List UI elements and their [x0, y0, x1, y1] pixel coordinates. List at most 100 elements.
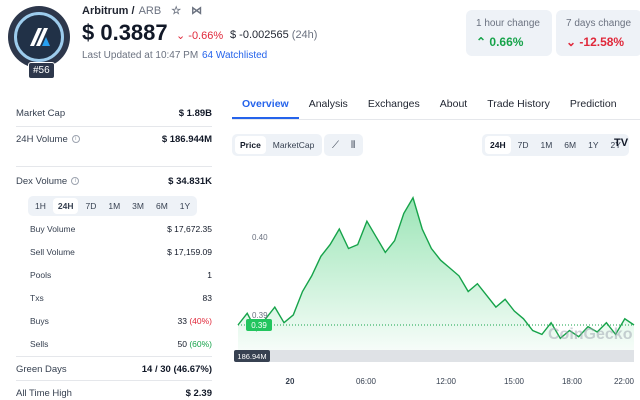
star-icon[interactable]: ☆ — [171, 4, 181, 17]
price-chart[interactable]: 0.40 0.390.39 186.94M 20 06:00 12:00 15:00 18:0… — [232, 170, 640, 392]
coingecko-watermark: CoinGecko — [548, 326, 633, 343]
dex-tab-24h[interactable]: 24H — [52, 198, 79, 214]
price-change-percent: ⌄ -0.66% — [176, 29, 223, 42]
volume-tag-label: 186.94M — [237, 352, 266, 361]
price-tag-label: 0.39 — [251, 321, 267, 330]
volume-bars — [238, 350, 634, 362]
chart-range-toggle: 24H 7D 1M 6M 1Y 2Y — [482, 134, 629, 156]
chevron-up-icon: ⌃ — [476, 35, 487, 49]
price-toggle[interactable]: Price — [235, 136, 266, 154]
pools-label: Pools — [30, 270, 52, 280]
green-days-label: Green Days — [16, 364, 67, 375]
y-tick-label: 0.40 — [252, 233, 268, 242]
tab-prediction[interactable]: Prediction — [560, 90, 627, 119]
info-icon[interactable]: i — [71, 177, 80, 186]
buys-row: Buys 33 (40%) — [30, 316, 212, 326]
range-24h[interactable]: 24H — [485, 136, 511, 154]
txs-value: 83 — [202, 293, 212, 303]
price-change-percent-value: -0.66% — [188, 30, 224, 42]
ath-row: All Time High $ 2.39 — [16, 388, 212, 399]
green-days-value: 14 / 30 (46.67%) — [141, 364, 212, 375]
arbitrum-logo-icon — [14, 12, 64, 62]
coin-logo — [8, 6, 70, 68]
dex-tab-7d[interactable]: 7D — [80, 198, 101, 214]
sells-row: Sells 50 (60%) — [30, 339, 212, 349]
coin-name: Arbitrum / — [82, 4, 135, 17]
range-6m[interactable]: 6M — [559, 136, 581, 154]
last-updated: Last Updated at 10:47 PM — [82, 50, 199, 61]
buys-label: Buys — [30, 316, 49, 326]
range-1m[interactable]: 1M — [535, 136, 557, 154]
ath-value: $ 2.39 — [185, 388, 212, 399]
dex-volume-row: Dex Volume i $ 34.831K — [16, 176, 212, 187]
seven-day-change-value: ⌄ -12.58% — [566, 35, 632, 49]
buys-value: 33 — [177, 316, 187, 326]
chevron-down-icon: ⌄ — [176, 30, 186, 42]
one-hour-change-label: 1 hour change — [476, 18, 540, 29]
coin-symbol: ARB — [138, 4, 162, 17]
buy-volume-row: Buy Volume $ 17,672.35 — [30, 224, 212, 234]
one-hour-change-card: 1 hour change ⌃ 0.66% — [466, 10, 552, 56]
rank-badge: #56 — [28, 62, 55, 79]
dex-tab-6m[interactable]: 6M — [151, 198, 173, 214]
chart-style-toggle: ⟋ ⫴ — [324, 134, 364, 156]
dex-tab-1m[interactable]: 1M — [103, 198, 125, 214]
dex-volume-label: Dex Volume — [16, 176, 68, 187]
x-tick-label: 20 — [286, 377, 295, 386]
sell-volume-value: $ 17,159.09 — [167, 247, 212, 257]
dex-tab-3m[interactable]: 3M — [127, 198, 149, 214]
info-icon[interactable]: i — [71, 135, 80, 144]
range-1y[interactable]: 1Y — [583, 136, 603, 154]
price-change-absolute-value: $ -0.002565 — [230, 29, 289, 41]
pools-value: 1 — [207, 270, 212, 280]
txs-label: Txs — [30, 293, 44, 303]
market-cap-label: Market Cap — [16, 108, 66, 119]
range-7d[interactable]: 7D — [513, 136, 534, 154]
tab-trade-history[interactable]: Trade History — [477, 90, 560, 119]
divider — [16, 126, 212, 127]
y-tick-label: 0.39 — [252, 311, 268, 320]
pools-row: Pools 1 — [30, 270, 212, 280]
dex-tab-1y[interactable]: 1Y — [175, 198, 195, 214]
x-tick-label: 06:00 — [356, 377, 377, 386]
chart-type-toggle: Price MarketCap — [232, 134, 323, 156]
one-hour-change-value: ⌃ 0.66% — [476, 35, 542, 49]
divider — [16, 380, 212, 381]
tab-analysis[interactable]: Analysis — [299, 90, 358, 119]
seven-day-change-number: -12.58% — [579, 35, 625, 49]
sell-volume-row: Sell Volume $ 17,159.09 — [30, 247, 212, 257]
buys-percent: (40%) — [189, 316, 212, 326]
x-tick-label: 12:00 — [436, 377, 457, 386]
x-tick-label: 15:00 — [504, 377, 525, 386]
sells-value: 50 — [177, 339, 187, 349]
line-chart-icon[interactable]: ⟋ — [327, 138, 344, 153]
volume-label: 24H Volume — [16, 134, 68, 145]
one-hour-change-number: 0.66% — [489, 35, 524, 49]
dex-tab-1h[interactable]: 1H — [30, 198, 51, 214]
x-tick-label: 22:00 — [614, 377, 635, 386]
tab-about[interactable]: About — [430, 90, 477, 119]
x-tick-label: 18:00 — [562, 377, 583, 386]
watchlist-link[interactable]: 64 Watchlisted — [202, 50, 267, 61]
sells-label: Sells — [30, 339, 49, 349]
buy-volume-value: $ 17,672.35 — [167, 224, 212, 234]
main-tabs: Overview Analysis Exchanges About Trade … — [232, 90, 640, 120]
chevron-down-icon: ⌄ — [566, 35, 577, 49]
divider — [16, 166, 212, 167]
sell-volume-label: Sell Volume — [30, 247, 75, 257]
market-cap-row: Market Cap $ 1.89B — [16, 108, 212, 119]
tradingview-icon[interactable]: TV — [614, 137, 628, 149]
coin-title: Arbitrum / ARB ☆ ⋈ — [82, 4, 202, 18]
share-icon[interactable]: ⋈ — [191, 4, 202, 17]
tab-exchanges[interactable]: Exchanges — [358, 90, 430, 119]
marketcap-toggle[interactable]: MarketCap — [268, 136, 320, 154]
ath-label: All Time High — [16, 388, 72, 399]
volume-row: 24H Volume i $ 186.944M — [16, 134, 212, 145]
tab-overview[interactable]: Overview — [232, 90, 299, 119]
candlestick-icon[interactable]: ⫴ — [346, 138, 360, 153]
dex-range-tabs: 1H 24H 7D 1M 3M 6M 1Y — [28, 196, 198, 216]
current-price: $ 0.3887 — [82, 20, 168, 45]
seven-day-change-label: 7 days change — [566, 18, 632, 29]
market-cap-value: $ 1.89B — [178, 108, 212, 119]
sells-percent: (60%) — [189, 339, 212, 349]
